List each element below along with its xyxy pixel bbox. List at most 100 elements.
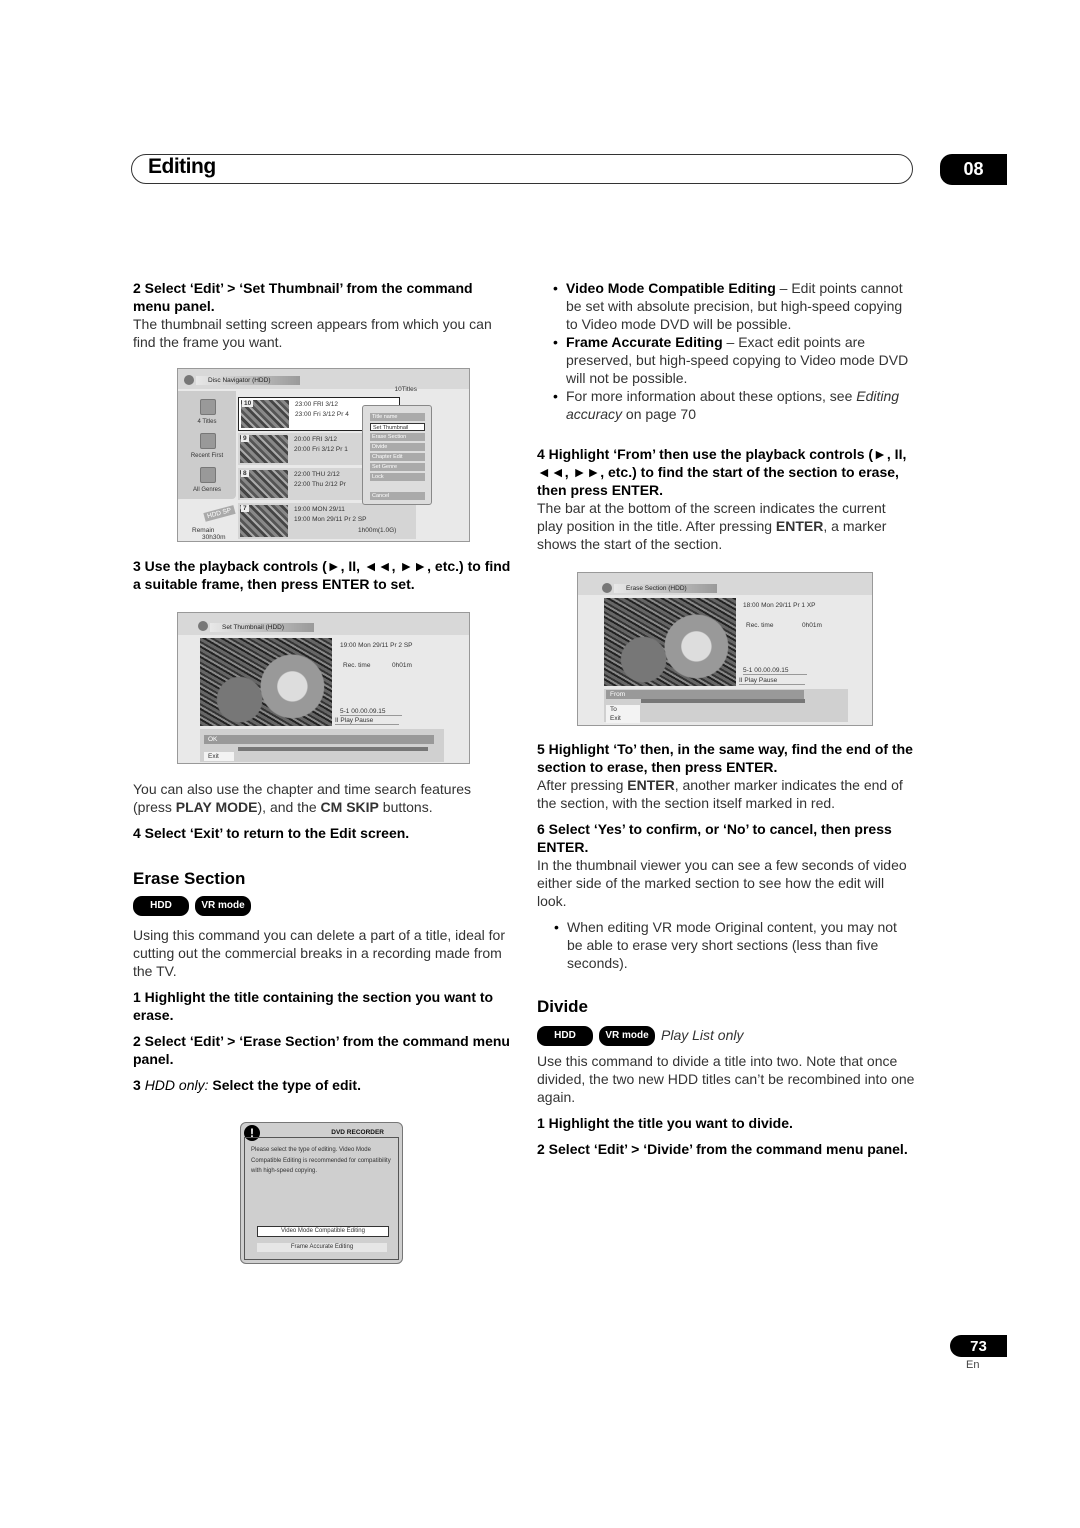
erase-section-screen: Erase Section (HDD) 18:00 Mon 29/11 Pr 1… — [577, 572, 873, 726]
search-note-post: buttons. — [378, 799, 433, 815]
hdd-badge: HDD — [537, 1026, 593, 1047]
play-status: II Play Pause — [335, 717, 399, 725]
control-panel — [200, 729, 444, 762]
title-number: 8 — [241, 470, 249, 477]
position-bar[interactable] — [641, 699, 805, 703]
erase-step3: 3 HDD only: Select the type of edit. — [133, 1076, 513, 1094]
play-mode-key: PLAY MODE — [175, 799, 258, 815]
erase-step1: 1 Highlight the title containing the sec… — [133, 989, 494, 1024]
menu-item-cancel[interactable]: Cancel — [370, 492, 425, 500]
command-menu: Title name Set Thumbnail Erase Section D… — [362, 405, 432, 505]
nav-genres[interactable]: All Genres — [178, 487, 236, 493]
title-line2: 19:00 Mon 29/11 Pr 2 SP — [294, 516, 367, 523]
section-title: Editing — [148, 155, 216, 178]
recording-info: 18:00 Mon 29/11 Pr 1 XP — [743, 602, 816, 609]
recent-icon — [200, 433, 216, 449]
menu-item-title-name[interactable]: Title name — [370, 413, 425, 421]
page-language: En — [966, 1359, 980, 1371]
menu-item-chapter-edit[interactable]: Chapter Edit — [370, 453, 425, 461]
bullet-text: For more information about these options… — [566, 388, 857, 404]
left-search-note: You can also use the chapter and time se… — [133, 780, 513, 842]
title-line2: 20:00 Fri 3/12 Pr 1 — [294, 446, 348, 453]
frame-accurate-option[interactable]: Frame Accurate Editing — [257, 1243, 387, 1252]
search-note-mid: ), and the — [257, 799, 321, 815]
step-number: 3 — [133, 1077, 145, 1094]
erase-section: Erase Section HDD VR mode Using this comm… — [133, 870, 513, 1094]
step-playback-controls: 3 Use the playback controls (►, II, ◄◄, … — [133, 558, 511, 592]
title-line2: 23:00 Fri 3/12 Pr 4 — [295, 411, 349, 418]
dialog-message: Please select the type of editing. Video… — [251, 1147, 391, 1174]
play-status: II Play Pause — [739, 677, 805, 685]
search-note: You can also use the chapter and time se… — [133, 780, 513, 816]
exit-button[interactable]: Exit — [606, 714, 640, 723]
to-button[interactable]: To — [606, 705, 640, 714]
bullet-bold: Video Mode Compatible Editing — [566, 280, 776, 296]
exit-button[interactable]: Exit — [204, 752, 234, 761]
erase-step2: 2 Select ‘Edit’ > ‘Erase Section’ from t… — [133, 1033, 510, 1068]
hdd-sp-icon: HDD SP — [203, 505, 236, 522]
rec-time-label: Rec. time — [746, 622, 774, 629]
screen-title-bar: Erase Section (HDD) — [578, 573, 872, 595]
nav-titles[interactable]: 4 Titles — [178, 419, 236, 425]
menu-item-set-thumbnail[interactable]: Set Thumbnail — [370, 423, 425, 431]
screen-title-bar: Set Thumbnail (HDD) — [178, 613, 469, 635]
ok-button[interactable]: OK — [204, 735, 434, 744]
right-step4: 4 Highlight ‘From’ then use the playback… — [537, 445, 915, 553]
step-highlight-from: 4 Highlight ‘From’ then use the playback… — [537, 446, 907, 498]
title-number: 10 — [242, 400, 254, 407]
hdd-badge: HDD — [133, 896, 189, 917]
erase-badges: HDD VR mode — [133, 896, 513, 917]
from-button[interactable]: From — [606, 690, 804, 699]
divide-badges: HDD VR mode Play List only — [537, 1026, 915, 1047]
play-position: 5-1 00.00.09.15 — [743, 667, 807, 675]
title-duration: 1h00m(1.0G) — [358, 527, 397, 534]
disc-icon — [602, 583, 612, 593]
position-bar[interactable] — [238, 747, 428, 751]
page-number: 73 — [950, 1335, 1007, 1357]
rec-time-label: Rec. time — [343, 662, 371, 669]
play-list-only-note: Play List only — [661, 1027, 744, 1043]
step4-desc: The bar at the bottom of the screen indi… — [537, 499, 915, 553]
right-column-top: Video Mode Compatible Editing – Edit poi… — [548, 279, 916, 423]
step-desc: The thumbnail setting screen appears fro… — [133, 316, 492, 350]
bullet-bold: Frame Accurate Editing — [566, 334, 723, 350]
step-select-exit: 4 Select ‘Exit’ to return to the Edit sc… — [133, 825, 410, 841]
step-text: Select the type of edit. — [212, 1077, 361, 1094]
bullet-text: on page 70 — [622, 406, 696, 422]
nav-recent[interactable]: Recent First — [178, 453, 236, 459]
title-row[interactable]: 7 19:00 MON 29/11 19:00 Mon 29/11 Pr 2 S… — [238, 503, 416, 539]
list-icon — [200, 399, 216, 415]
remain-label: Remain — [192, 527, 215, 534]
left-column-top: 2 Select ‘Edit’ > ‘Set Thumbnail’ from t… — [133, 279, 513, 351]
set-thumbnail-screen: Set Thumbnail (HDD) 19:00 Mon 29/11 Pr 2… — [177, 612, 470, 764]
bullet-frame-accurate: Frame Accurate Editing – Exact edit poin… — [548, 333, 916, 387]
enter-key: ENTER — [775, 518, 824, 534]
left-step3: 3 Use the playback controls (►, II, ◄◄, … — [133, 557, 513, 593]
dialog-brand: DVD RECORDER — [331, 1129, 384, 1136]
menu-item-divide[interactable]: Divide — [370, 443, 425, 451]
menu-item-set-genre[interactable]: Set Genre — [370, 463, 425, 471]
title-line1: 19:00 MON 29/11 — [294, 506, 345, 513]
video-mode-compatible-option[interactable]: Video Mode Compatible Editing — [257, 1226, 389, 1237]
enter-key: ENTER — [627, 777, 675, 793]
bullet-more-info: For more information about these options… — [548, 387, 916, 423]
step-select-set-thumbnail: 2 Select ‘Edit’ > ‘Set Thumbnail’ from t… — [133, 280, 473, 314]
erase-desc: Using this command you can delete a part… — [133, 927, 505, 980]
menu-item-erase-section[interactable]: Erase Section — [370, 433, 425, 441]
screen-title: Disc Navigator (HDD) — [196, 376, 301, 385]
disc-icon — [198, 621, 208, 631]
step6-desc: In the thumbnail viewer you can see a fe… — [537, 857, 907, 909]
disc-navigator-screen: Disc Navigator (HDD) 10Titles 4 Titles R… — [177, 368, 470, 542]
menu-item-lock[interactable]: Lock — [370, 473, 425, 481]
divide-desc: Use this command to divide a title into … — [537, 1053, 915, 1106]
section-header-bar — [131, 154, 913, 184]
bullet-video-mode: Video Mode Compatible Editing – Edit poi… — [548, 279, 916, 333]
title-count: 10Titles — [394, 386, 417, 393]
